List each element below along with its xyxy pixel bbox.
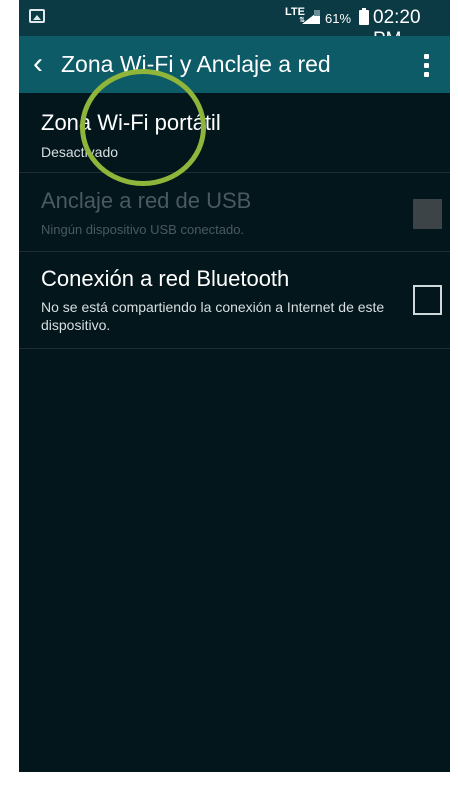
phone-screen: LTE ⇅ 61% 02:20 PM ‹ Zona Wi-Fi y Anclaj… (19, 0, 450, 772)
item-title: Conexión a red Bluetooth (41, 266, 290, 291)
bluetooth-tethering-checkbox[interactable] (413, 285, 442, 315)
status-bar: LTE ⇅ 61% 02:20 PM (19, 0, 450, 50)
settings-list: Zona Wi-Fi portátil Desactivado Anclaje … (19, 93, 450, 349)
page-title: Zona Wi-Fi y Anclaje a red (61, 51, 331, 77)
item-title: Anclaje a red de USB (41, 188, 252, 213)
list-item-usb-tethering: Anclaje a red de USB Ningún dispositivo … (19, 173, 450, 252)
item-subtitle: No se está compartiendo la conexión a In… (41, 299, 385, 333)
item-title: Zona Wi-Fi portátil (41, 110, 221, 135)
item-subtitle: Ningún dispositivo USB conectado. (41, 222, 245, 237)
overflow-menu-icon[interactable] (414, 52, 438, 80)
chevron-left-icon[interactable]: ‹ (33, 49, 57, 79)
list-item-bluetooth-tethering[interactable]: Conexión a red Bluetooth No se está comp… (19, 252, 450, 349)
action-bar: ‹ Zona Wi-Fi y Anclaje a red (19, 36, 450, 93)
battery-percent: 61% (325, 11, 352, 26)
signal-icon (302, 10, 320, 24)
list-item-wifi-hotspot[interactable]: Zona Wi-Fi portátil Desactivado (19, 93, 450, 173)
battery-icon (359, 8, 369, 25)
gallery-icon (29, 9, 45, 23)
item-subtitle: Desactivado (41, 144, 119, 160)
usb-tethering-checkbox (413, 199, 442, 229)
